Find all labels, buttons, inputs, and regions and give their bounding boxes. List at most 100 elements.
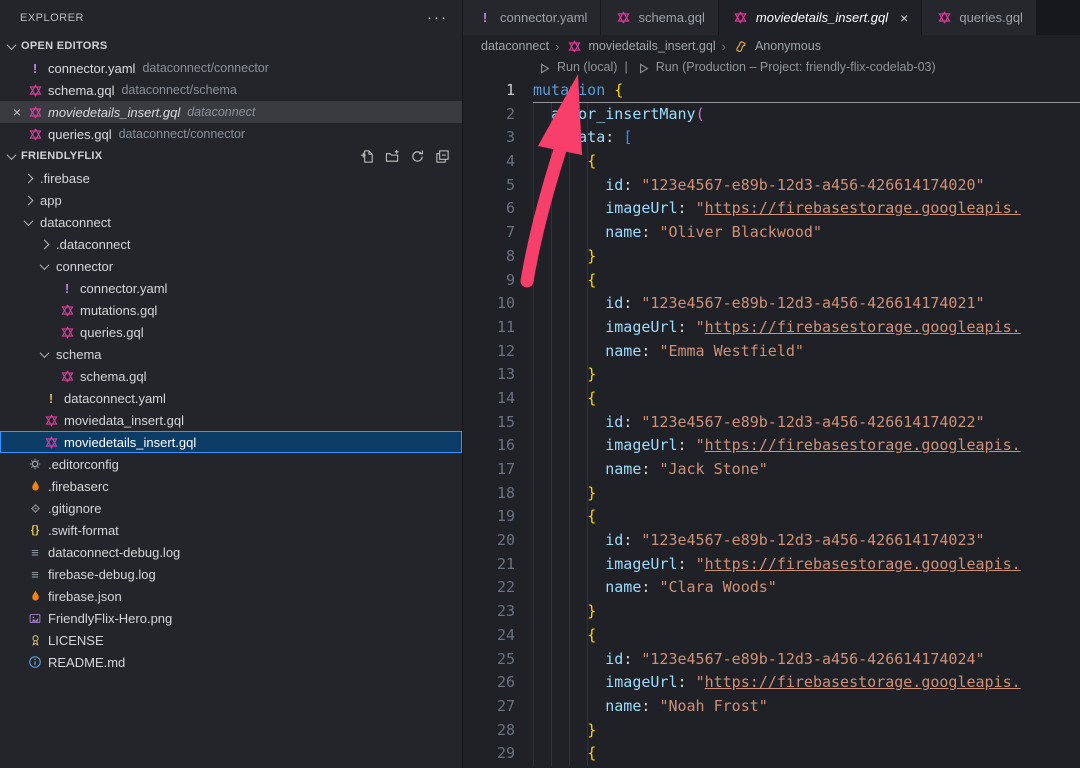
code-line-3[interactable]: data: [ (533, 126, 1080, 150)
code-line-28[interactable]: } (533, 719, 1080, 743)
tree-item-label: LICENSE (48, 633, 104, 648)
codelens-label: Run (Production – Project: friendly-flix… (656, 57, 936, 80)
tree-item-.firebase[interactable]: .firebase (0, 167, 462, 189)
code-line-4[interactable]: { (533, 150, 1080, 174)
tree-item-README.md[interactable]: README.md (0, 651, 462, 673)
code-line-15[interactable]: id: "123e4567-e89b-12d3-a456-42661417402… (533, 411, 1080, 435)
code-line-14[interactable]: { (533, 387, 1080, 411)
tab-queries.gql[interactable]: queries.gql (922, 0, 1037, 35)
tree-item-.gitignore[interactable]: .gitignore (0, 497, 462, 519)
tree-item-queries.gql[interactable]: queries.gql (0, 321, 462, 343)
tree-item-moviedetails_insert.gql[interactable]: moviedetails_insert.gql (0, 431, 462, 453)
tree-item-moviedata_insert.gql[interactable]: moviedata_insert.gql (0, 409, 462, 431)
open-editor-moviedetails_insert.gql[interactable]: ×moviedetails_insert.gqldataconnect (0, 101, 462, 123)
tab-schema.gql[interactable]: schema.gql (601, 0, 718, 35)
tab-label: moviedetails_insert.gql (756, 10, 888, 25)
code-editor[interactable]: 1234567891011121314151617181920212223242… (463, 57, 1080, 768)
graphql-icon (58, 324, 76, 340)
line-number: 15 (463, 411, 533, 435)
breadcrumb-item-dataconnect[interactable]: dataconnect (481, 39, 549, 53)
code-line-18[interactable]: } (533, 482, 1080, 506)
code-line-22[interactable]: name: "Clara Woods" (533, 576, 1080, 600)
editor-group: !connector.yamlschema.gqlmoviedetails_in… (463, 0, 1080, 768)
code-line-19[interactable]: { (533, 505, 1080, 529)
code-line-2[interactable]: actor_insertMany( (533, 103, 1080, 127)
code-line-24[interactable]: { (533, 624, 1080, 648)
new-folder-icon[interactable] (384, 148, 400, 164)
braces-icon: {} (26, 522, 44, 538)
tree-item-schema[interactable]: schema (0, 343, 462, 365)
code-line-16[interactable]: imageUrl: "https://firebasestorage.googl… (533, 434, 1080, 458)
tree-item-label: connector (56, 259, 113, 274)
collapse-all-icon[interactable] (434, 148, 450, 164)
close-tab-icon[interactable]: × (900, 10, 908, 26)
tree-item-firebase-debug.log[interactable]: ≡firebase-debug.log (0, 563, 462, 585)
code-line-1[interactable]: mutation { (533, 79, 1080, 103)
code-line-11[interactable]: imageUrl: "https://firebasestorage.googl… (533, 316, 1080, 340)
code-line-26[interactable]: imageUrl: "https://firebasestorage.googl… (533, 671, 1080, 695)
code-line-9[interactable]: { (533, 269, 1080, 293)
code-line-12[interactable]: name: "Emma Westfield" (533, 340, 1080, 364)
code-line-7[interactable]: name: "Oliver Blackwood" (533, 221, 1080, 245)
line-number: 8 (463, 245, 533, 269)
tree-item-label: README.md (48, 655, 125, 670)
open-editor-name: connector.yaml (48, 61, 135, 76)
workspace-section-header[interactable]: FRIENDLYFLIX (0, 145, 462, 167)
code-line-27[interactable]: name: "Noah Frost" (533, 695, 1080, 719)
tree-item-FriendlyFlix-Hero.png[interactable]: FriendlyFlix-Hero.png (0, 607, 462, 629)
tree-item-connector.yaml[interactable]: !connector.yaml (0, 277, 462, 299)
tree-item-label: mutations.gql (80, 303, 157, 318)
more-actions-icon[interactable]: ··· (427, 9, 448, 26)
code-content[interactable]: mutation { actor_insertMany( data: [ { i… (533, 79, 1080, 766)
line-number: 1 (463, 79, 533, 103)
indent-guide (533, 103, 534, 766)
open-editor-schema.gql[interactable]: schema.gqldataconnect/schema (0, 79, 462, 101)
explorer-sidebar: EXPLORER ··· OPEN EDITORS !connector.yam… (0, 0, 463, 768)
tree-item-dataconnect-debug.log[interactable]: ≡dataconnect-debug.log (0, 541, 462, 563)
code-line-6[interactable]: imageUrl: "https://firebasestorage.googl… (533, 197, 1080, 221)
tree-item-dataconnect[interactable]: dataconnect (0, 211, 462, 233)
open-editor-queries.gql[interactable]: queries.gqldataconnect/connector (0, 123, 462, 145)
tree-item-schema.gql[interactable]: schema.gql (0, 365, 462, 387)
open-editor-path: dataconnect (187, 105, 255, 119)
code-line-13[interactable]: } (533, 363, 1080, 387)
tree-item-LICENSE[interactable]: LICENSE (0, 629, 462, 651)
close-editor-icon[interactable]: × (8, 104, 26, 120)
code-line-21[interactable]: imageUrl: "https://firebasestorage.googl… (533, 553, 1080, 577)
line-number: 14 (463, 387, 533, 411)
chevron-down-icon (36, 351, 52, 358)
tab-moviedetails_insert.gql[interactable]: moviedetails_insert.gql × (719, 0, 922, 35)
codelens-run-link-2[interactable]: Run (Production – Project: friendly-flix… (635, 57, 936, 80)
tree-item-.firebaserc[interactable]: .firebaserc (0, 475, 462, 497)
tab-connector.yaml[interactable]: !connector.yaml (463, 0, 601, 35)
code-line-23[interactable]: } (533, 600, 1080, 624)
code-line-5[interactable]: id: "123e4567-e89b-12d3-a456-42661417402… (533, 174, 1080, 198)
code-line-17[interactable]: name: "Jack Stone" (533, 458, 1080, 482)
tree-item-label: app (40, 193, 62, 208)
tree-item-connector[interactable]: connector (0, 255, 462, 277)
open-editor-connector.yaml[interactable]: !connector.yamldataconnect/connector (0, 57, 462, 79)
line-number: 21 (463, 553, 533, 577)
breadcrumb-item-Anonymous[interactable]: Anonymous (732, 38, 821, 54)
refresh-icon[interactable] (409, 148, 425, 164)
code-line-29[interactable]: { (533, 742, 1080, 766)
tree-item-firebase.json[interactable]: firebase.json (0, 585, 462, 607)
breadcrumb-label: dataconnect (481, 39, 549, 53)
explorer-title: EXPLORER (20, 12, 84, 24)
open-editors-section-header[interactable]: OPEN EDITORS (0, 35, 462, 57)
codelens-run-link-1[interactable]: Run (local) (536, 57, 617, 80)
code-line-25[interactable]: id: "123e4567-e89b-12d3-a456-42661417402… (533, 648, 1080, 672)
line-number: 28 (463, 719, 533, 743)
breadcrumb-item-moviedetails_insert.gql[interactable]: moviedetails_insert.gql (565, 38, 715, 54)
tree-item-.swift-format[interactable]: {}.swift-format (0, 519, 462, 541)
tree-item-app[interactable]: app (0, 189, 462, 211)
new-file-icon[interactable] (359, 148, 375, 164)
tree-item-dataconnect.yaml[interactable]: !dataconnect.yaml (0, 387, 462, 409)
code-line-8[interactable]: } (533, 245, 1080, 269)
yaml-yellow-icon: ! (42, 390, 60, 406)
code-line-20[interactable]: id: "123e4567-e89b-12d3-a456-42661417402… (533, 529, 1080, 553)
code-line-10[interactable]: id: "123e4567-e89b-12d3-a456-42661417402… (533, 292, 1080, 316)
tree-item-.dataconnect[interactable]: .dataconnect (0, 233, 462, 255)
tree-item-mutations.gql[interactable]: mutations.gql (0, 299, 462, 321)
tree-item-.editorconfig[interactable]: .editorconfig (0, 453, 462, 475)
